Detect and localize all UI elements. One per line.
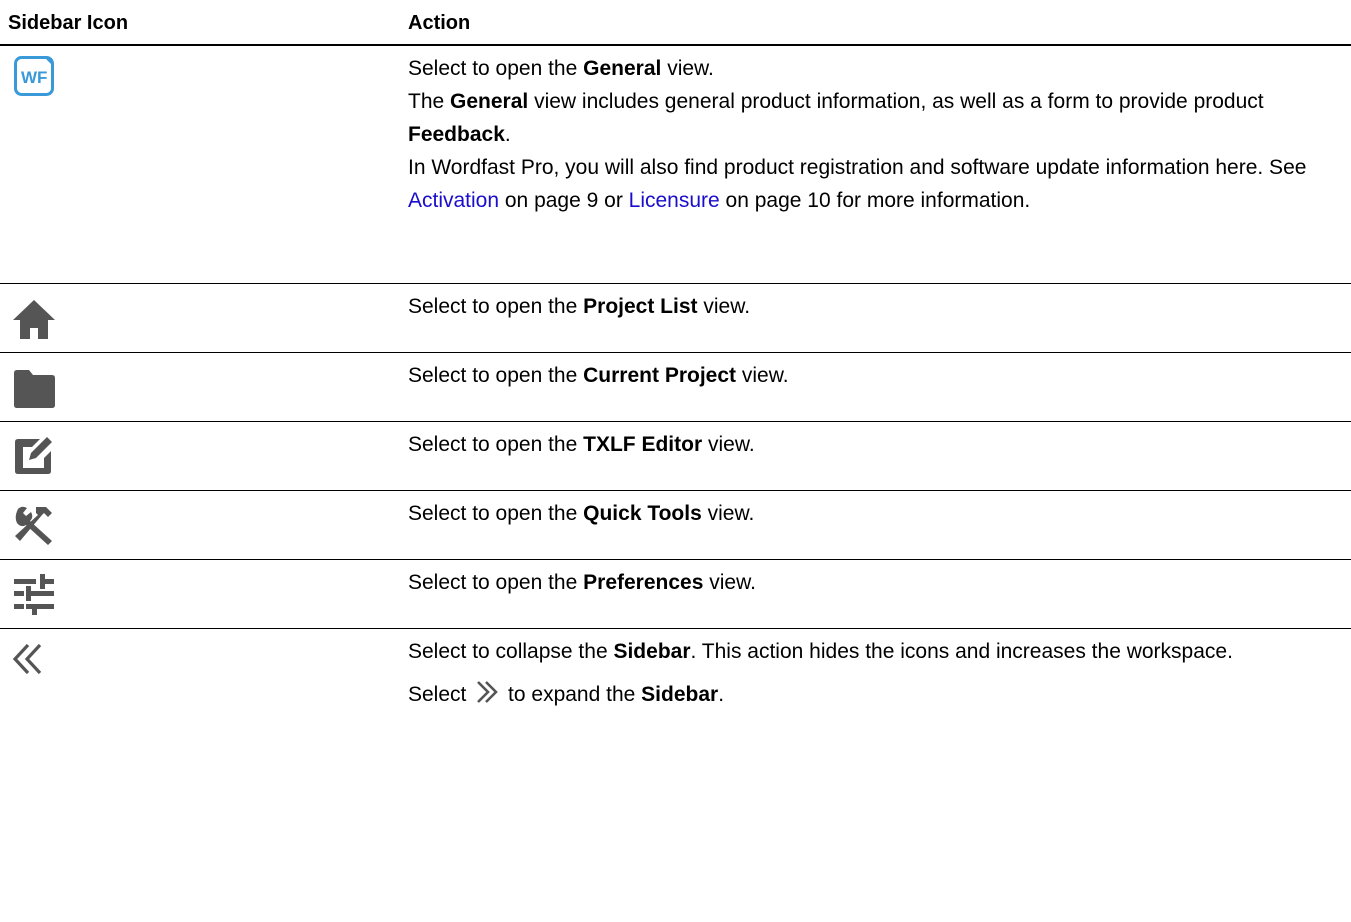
table-row: Select to collapse the Sidebar. This act…	[0, 629, 1351, 780]
header-sidebar-icon: Sidebar Icon	[0, 4, 400, 46]
edit-icon	[12, 434, 54, 486]
icon-cell	[0, 352, 400, 422]
sliders-icon	[12, 572, 56, 626]
action-text: Select to collapse the Sidebar. This act…	[408, 640, 1233, 663]
table-row: Select to open the Quick Tools view.	[0, 490, 1351, 560]
home-icon	[12, 298, 56, 350]
icon-cell	[0, 490, 400, 560]
action-cell-preferences: Select to open the Preferences view.	[400, 559, 1351, 629]
icon-cell	[0, 283, 400, 353]
collapse-chevrons-icon	[12, 643, 48, 685]
table-row: Select to open the Project List view.	[0, 283, 1351, 353]
licensure-link[interactable]: Licensure	[629, 189, 720, 212]
action-text: Select to expand the Sidebar.	[408, 678, 1331, 713]
action-cell-general: Select to open the General view. The Gen…	[400, 45, 1351, 284]
table-row: Select to open the Current Project view.	[0, 352, 1351, 422]
icon-cell	[0, 559, 400, 629]
action-cell-project-list: Select to open the Project List view.	[400, 283, 1351, 353]
action-text: Select to open the Quick Tools view.	[408, 502, 755, 525]
table-row: WF Select to open the General view. The …	[0, 45, 1351, 284]
action-cell-quick-tools: Select to open the Quick Tools view.	[400, 490, 1351, 560]
action-text: In Wordfast Pro, you will also find prod…	[408, 156, 1307, 212]
action-text: Select to open the Current Project view.	[408, 364, 789, 387]
expand-chevrons-icon	[474, 680, 500, 713]
table-row: Select to open the Preferences view.	[0, 559, 1351, 629]
svg-text:WF: WF	[21, 68, 47, 87]
action-text: Select to open the General view.	[408, 57, 714, 80]
table-header-row: Sidebar Icon Action	[0, 4, 1351, 46]
action-text: Select to open the Preferences view.	[408, 571, 756, 594]
icon-cell	[0, 629, 400, 780]
action-cell-sidebar: Select to collapse the Sidebar. This act…	[400, 629, 1351, 780]
icon-cell: WF	[0, 45, 400, 284]
table-row: Select to open the TXLF Editor view.	[0, 421, 1351, 491]
folder-icon	[12, 367, 56, 419]
wordfast-general-icon: WF	[14, 56, 54, 106]
action-text: Select to open the Project List view.	[408, 295, 751, 318]
icon-cell	[0, 421, 400, 491]
action-text: Select to open the TXLF Editor view.	[408, 433, 755, 456]
activation-link[interactable]: Activation	[408, 189, 499, 212]
header-action: Action	[400, 4, 1351, 46]
action-text: The General view includes general produc…	[408, 90, 1264, 146]
action-cell-txlf-editor: Select to open the TXLF Editor view.	[400, 421, 1351, 491]
sidebar-icon-table: Sidebar Icon Action WF Select to open th…	[0, 4, 1351, 779]
action-cell-current-project: Select to open the Current Project view.	[400, 352, 1351, 422]
tools-icon	[12, 503, 56, 557]
